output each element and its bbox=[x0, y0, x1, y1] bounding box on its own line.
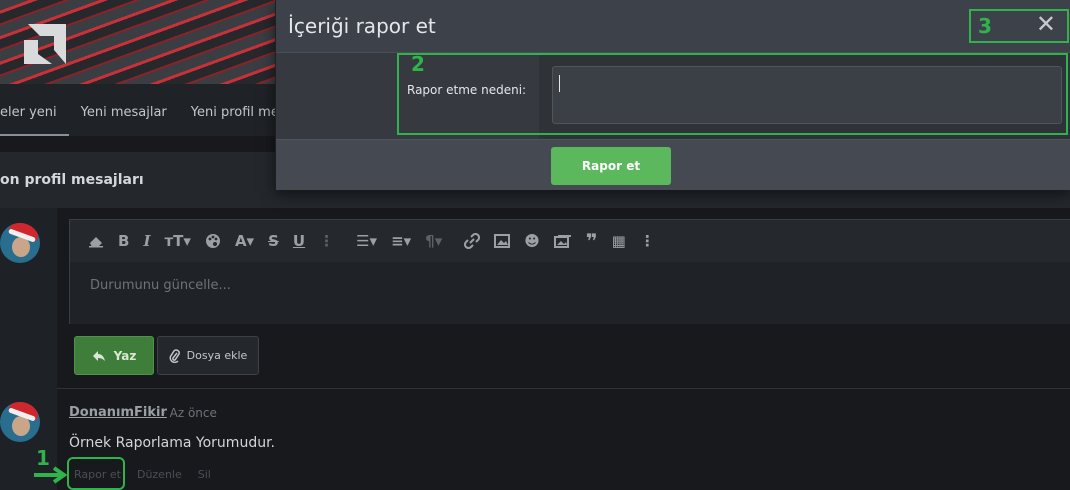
comment-text: Örnek Raporlama Yorumudur. bbox=[69, 435, 275, 451]
annotation-box-2 bbox=[397, 53, 1068, 135]
annotation-number-3: 3 bbox=[978, 14, 992, 38]
link-icon[interactable] bbox=[464, 233, 481, 249]
dialog-title: İçeriği rapor et bbox=[288, 14, 436, 38]
dialog-footer: Rapor et bbox=[276, 139, 1070, 190]
profile-banner bbox=[0, 0, 276, 84]
bold-icon[interactable]: B bbox=[118, 233, 129, 249]
editor-toolbar: B I тT▾ A▾ S U ⋮ ☰▾ ≡▾ ¶▾ ☻ ❞ ▦ ⋮ bbox=[70, 220, 1070, 262]
list-icon[interactable]: ☰▾ bbox=[356, 233, 377, 249]
palette-icon[interactable] bbox=[205, 233, 221, 249]
font-family-icon[interactable]: A▾ bbox=[235, 233, 254, 249]
media-icon[interactable] bbox=[553, 234, 572, 248]
attach-file-button[interactable]: Dosya ekle bbox=[157, 336, 259, 375]
tab-new-profile-messages[interactable]: Yeni profil mesajları bbox=[179, 84, 276, 136]
quote-icon[interactable]: ❞ bbox=[586, 231, 598, 251]
annotation-box-1 bbox=[67, 457, 125, 490]
image-icon[interactable] bbox=[494, 234, 511, 248]
italic-icon[interactable]: I bbox=[143, 233, 150, 249]
font-size-icon[interactable]: тT▾ bbox=[164, 233, 190, 249]
paragraph-icon[interactable]: ¶▾ bbox=[425, 233, 442, 249]
more-vertical-icon[interactable]: ⋮ bbox=[640, 233, 655, 249]
status-editor: B I тT▾ A▾ S U ⋮ ☰▾ ≡▾ ¶▾ ☻ ❞ ▦ ⋮ Durumu… bbox=[69, 219, 1070, 324]
status-placeholder: Durumunu güncelle... bbox=[90, 278, 231, 293]
strikethrough-icon[interactable]: S bbox=[268, 233, 279, 249]
tab-new-messages[interactable]: Yeni mesajlar bbox=[69, 84, 179, 136]
tab-new-posts[interactable]: eler yeni bbox=[0, 84, 69, 136]
post-button[interactable]: Yaz bbox=[74, 336, 154, 375]
status-input[interactable]: Durumunu güncelle... bbox=[70, 262, 1070, 324]
align-icon[interactable]: ≡▾ bbox=[391, 233, 411, 249]
comment-author-link[interactable]: DonanımFikir bbox=[69, 405, 167, 420]
table-icon[interactable]: ▦ bbox=[612, 233, 626, 249]
eraser-icon[interactable] bbox=[88, 234, 104, 248]
site-logo-icon bbox=[24, 24, 66, 64]
more-vertical-icon[interactable]: ⋮ bbox=[319, 233, 334, 249]
reply-icon bbox=[92, 350, 105, 361]
report-submit-button[interactable]: Rapor et bbox=[551, 147, 671, 185]
divider bbox=[57, 388, 1070, 389]
underline-icon[interactable]: U bbox=[293, 233, 305, 249]
post-button-label: Yaz bbox=[113, 348, 137, 363]
avatar[interactable] bbox=[0, 223, 40, 263]
profile-nav: eler yeni Yeni mesajlar Yeni profil mesa… bbox=[0, 84, 276, 136]
section-title: on profil mesajları bbox=[0, 172, 144, 188]
edit-link[interactable]: Düzenle bbox=[137, 468, 182, 481]
dialog-header: İçeriği rapor et ✕ bbox=[276, 0, 1070, 53]
comment-time: · Az önce bbox=[162, 406, 217, 420]
paperclip-icon bbox=[169, 348, 180, 363]
avatar[interactable] bbox=[0, 402, 40, 442]
annotation-number-2: 2 bbox=[411, 52, 425, 76]
delete-link[interactable]: Sil bbox=[198, 468, 211, 481]
smiley-icon[interactable]: ☻ bbox=[524, 233, 540, 249]
annotation-arrow-icon bbox=[34, 466, 68, 484]
attach-file-label: Dosya ekle bbox=[186, 349, 248, 362]
